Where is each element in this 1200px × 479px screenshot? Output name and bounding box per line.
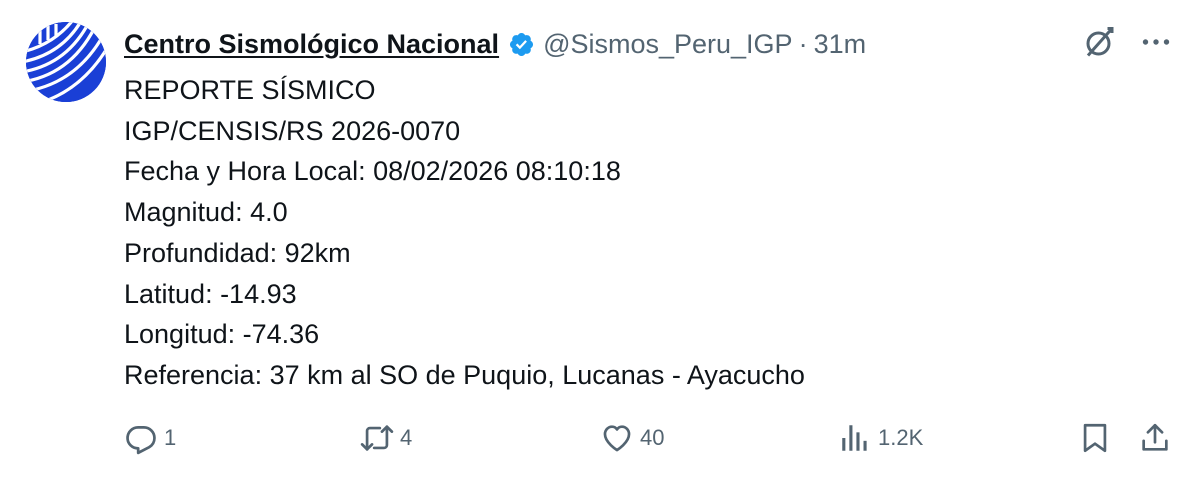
share-button[interactable] [1138, 416, 1172, 460]
tweet-line: REPORTE SÍSMICO [124, 75, 376, 105]
verified-badge-icon [510, 32, 534, 56]
reply-count: 1 [164, 425, 177, 450]
share-icon [1142, 423, 1168, 451]
bookmark-icon [1083, 423, 1107, 453]
repost-icon [360, 425, 394, 451]
separator-dot: · [798, 28, 808, 59]
reply-button[interactable]: 1 [124, 416, 176, 460]
views-button[interactable]: 1.2K [838, 416, 923, 460]
tweet-line: Latitud: -14.93 [124, 278, 297, 309]
tweet-header: Centro Sismológico Nacional @Sismos_Peru… [124, 26, 866, 62]
grok-icon[interactable] [1082, 24, 1118, 60]
tweet-line: Longitud: -74.36 [124, 319, 320, 350]
display-name[interactable]: Centro Sismológico Nacional [124, 29, 499, 60]
tweet-line: Profundidad: 92km [124, 237, 351, 268]
views-count: 1.2K [878, 425, 924, 450]
bookmark-button[interactable] [1078, 416, 1112, 460]
repost-count: 4 [400, 425, 413, 450]
views-icon [842, 425, 867, 451]
tweet-line: IGP/CENSIS/RS 2026-0070 [124, 115, 461, 146]
igp-logo-icon [26, 22, 106, 102]
like-button[interactable]: 40 [600, 416, 664, 460]
tweet-line: Fecha y Hora Local: 08/02/2026 08:10:18 [124, 156, 621, 187]
timestamp[interactable]: 31m [814, 29, 867, 60]
avatar[interactable] [26, 22, 106, 102]
reply-icon [126, 426, 156, 455]
like-count: 40 [640, 425, 665, 450]
tweet-line: Magnitud: 4.0 [124, 197, 288, 228]
tweet-line: Referencia: 37 km al SO de Puquio, Lucan… [124, 359, 805, 390]
handle[interactable]: @Sismos_Peru_IGP [543, 29, 793, 60]
repost-button[interactable]: 4 [360, 416, 412, 460]
action-bar: 1 4 40 1.2K [0, 416, 1200, 460]
more-icon[interactable] [1138, 24, 1174, 60]
like-icon [603, 425, 631, 452]
tweet-text: REPORTE SÍSMICO IGP/CENSIS/RS 2026-0070 … [124, 70, 805, 396]
